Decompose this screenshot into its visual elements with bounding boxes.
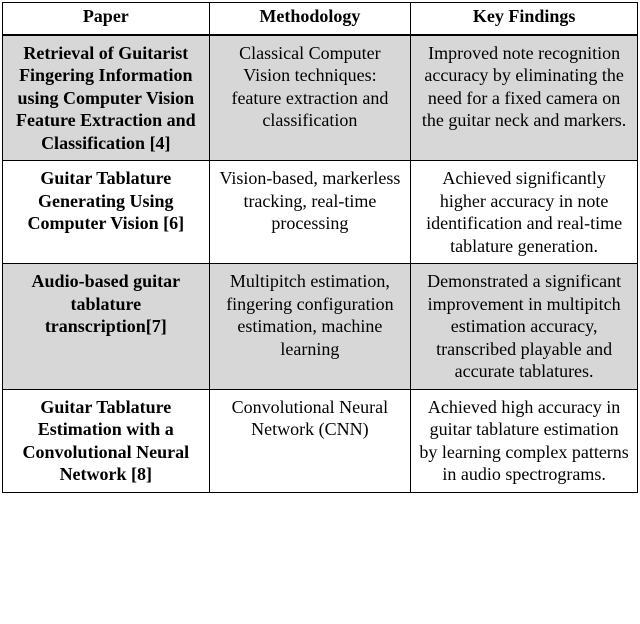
header-paper: Paper xyxy=(3,3,210,35)
cell-findings: Demonstrated a significant improvement i… xyxy=(411,264,638,390)
header-methodology: Methodology xyxy=(209,3,411,35)
table-row: Retrieval of Guitarist Fingering Informa… xyxy=(3,35,638,161)
cell-findings: Achieved high accuracy in guitar tablatu… xyxy=(411,389,638,492)
cell-paper: Guitar Tablature Generating Using Comput… xyxy=(3,161,210,264)
cell-findings: Achieved significantly higher accuracy i… xyxy=(411,161,638,264)
table-header-row: Paper Methodology Key Findings xyxy=(3,3,638,35)
cell-findings: Improved note recognition accuracy by el… xyxy=(411,35,638,161)
cell-methodology: Multipitch estimation, fingering configu… xyxy=(209,264,411,390)
table-row: Guitar Tablature Estimation with a Convo… xyxy=(3,389,638,492)
cell-paper: Audio-based guitar tablature transcripti… xyxy=(3,264,210,390)
cell-methodology: Classical Computer Vision techniques: fe… xyxy=(209,35,411,161)
cell-paper: Retrieval of Guitarist Fingering Informa… xyxy=(3,35,210,161)
table-row: Guitar Tablature Generating Using Comput… xyxy=(3,161,638,264)
comparison-table: Paper Methodology Key Findings Retrieval… xyxy=(2,2,638,493)
header-findings: Key Findings xyxy=(411,3,638,35)
cell-paper: Guitar Tablature Estimation with a Convo… xyxy=(3,389,210,492)
table-row: Audio-based guitar tablature transcripti… xyxy=(3,264,638,390)
cell-methodology: Convolutional Neural Network (CNN) xyxy=(209,389,411,492)
cell-methodology: Vision-based, markerless tracking, real-… xyxy=(209,161,411,264)
